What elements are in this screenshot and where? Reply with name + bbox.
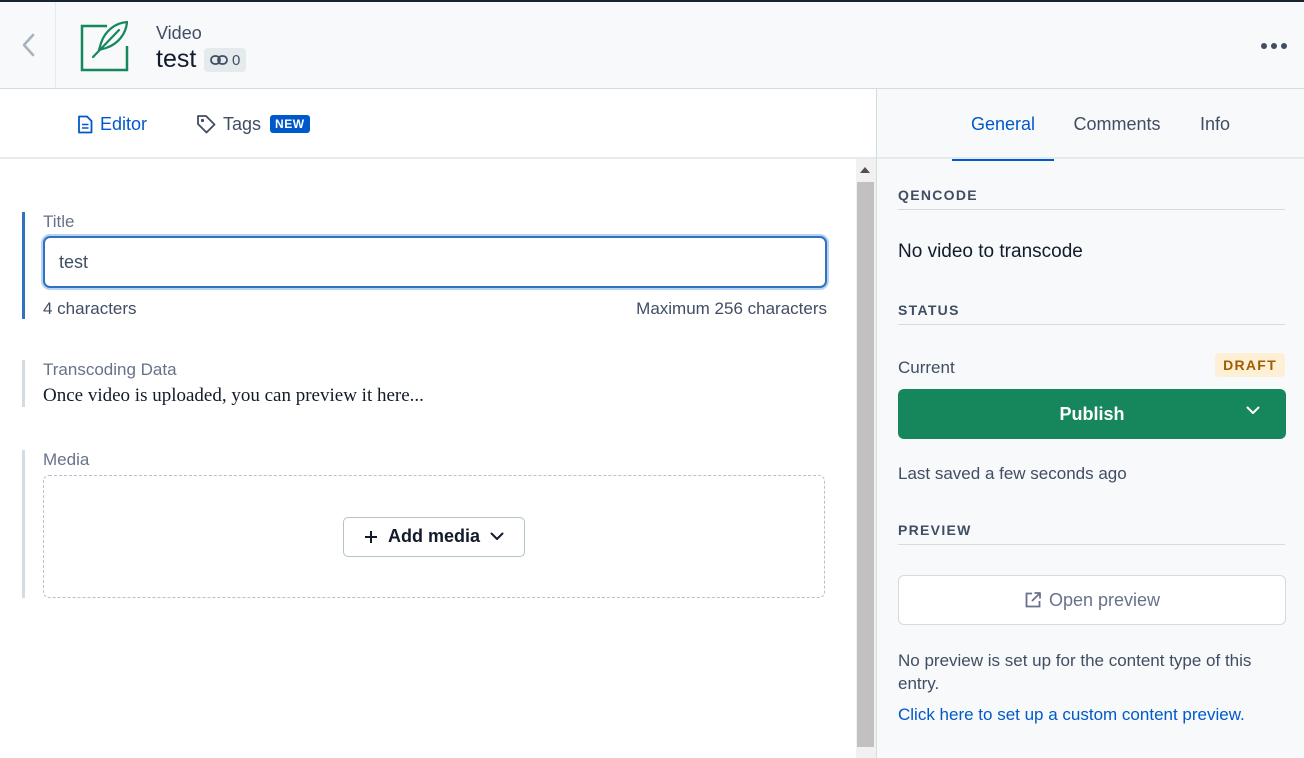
open-preview-label: Open preview xyxy=(1048,589,1161,610)
tab-info[interactable]: Info xyxy=(1190,89,1240,159)
setup-preview-link[interactable]: Click here to set up a custom content pr… xyxy=(898,705,1245,725)
editor-tabs: Editor Tags NEW xyxy=(0,89,876,161)
character-count: 4 characters xyxy=(43,299,137,318)
more-actions-button[interactable] xyxy=(1258,32,1290,60)
publish-label: Publish xyxy=(1059,403,1125,424)
title-label: Title xyxy=(43,212,75,231)
title-input[interactable] xyxy=(43,236,827,288)
tab-general[interactable]: General xyxy=(952,89,1054,161)
entry-header: Video test 0 xyxy=(0,2,1304,89)
external-link-icon xyxy=(1025,592,1041,608)
preview-heading: PREVIEW xyxy=(898,522,1285,545)
content-type-label: Video xyxy=(156,23,202,43)
editor-scrollbar[interactable] xyxy=(856,159,876,758)
status-badge: DRAFT xyxy=(1215,353,1285,377)
add-media-label: Add media xyxy=(387,526,480,546)
open-preview-button[interactable]: Open preview xyxy=(898,575,1286,625)
more-icon xyxy=(1261,43,1287,49)
add-media-button[interactable]: Add media xyxy=(342,516,525,557)
last-saved-text: Last saved a few seconds ago xyxy=(898,464,1127,483)
transcoding-label: Transcoding Data xyxy=(43,360,177,379)
publish-button[interactable]: Publish xyxy=(898,389,1286,439)
feather-icon xyxy=(80,20,129,72)
scroll-up-arrow-icon[interactable] xyxy=(860,167,870,173)
tab-editor[interactable]: Editor xyxy=(52,89,172,161)
tab-comments[interactable]: Comments xyxy=(1064,89,1170,159)
references-badge[interactable]: 0 xyxy=(204,48,247,72)
qencode-heading: QENCODE xyxy=(898,187,1285,210)
status-heading: STATUS xyxy=(898,302,1285,325)
title-field: Title 4 characters Maximum 256 character… xyxy=(22,212,828,319)
link-icon xyxy=(210,55,228,65)
references-count: 0 xyxy=(232,51,241,69)
plus-icon xyxy=(364,530,377,543)
title-help: 4 characters Maximum 256 characters xyxy=(43,299,827,319)
tag-icon xyxy=(197,115,216,134)
media-dropzone: Add media xyxy=(43,475,825,598)
chevron-left-icon xyxy=(22,33,34,57)
chevron-down-icon[interactable] xyxy=(1246,406,1260,415)
current-status-label: Current xyxy=(898,358,955,377)
editor-panel: Title 4 characters Maximum 256 character… xyxy=(0,159,856,758)
back-button[interactable] xyxy=(0,2,56,88)
tab-editor-label: Editor xyxy=(99,113,148,134)
media-label: Media xyxy=(43,450,90,469)
new-badge: NEW xyxy=(270,115,310,133)
tab-tags-label: Tags xyxy=(223,113,262,134)
entry-title: test xyxy=(156,45,197,73)
sidebar-tabs: General Comments Info xyxy=(877,89,1304,161)
entry-sidebar: General Comments Info QENCODE No video t… xyxy=(876,89,1304,758)
qencode-status-text: No video to transcode xyxy=(898,241,1083,262)
preview-note: No preview is set up for the content typ… xyxy=(898,651,1252,693)
tab-tags[interactable]: Tags NEW xyxy=(196,89,310,159)
character-limit: Maximum 256 characters xyxy=(636,299,827,318)
transcoding-field: Transcoding Data Once video is uploaded,… xyxy=(22,360,828,407)
document-icon xyxy=(78,115,93,133)
scroll-thumb[interactable] xyxy=(857,182,874,747)
media-field: Media Add media xyxy=(22,450,828,598)
transcoding-preview-text: Once video is uploaded, you can preview … xyxy=(43,385,424,406)
chevron-down-icon xyxy=(490,532,504,540)
